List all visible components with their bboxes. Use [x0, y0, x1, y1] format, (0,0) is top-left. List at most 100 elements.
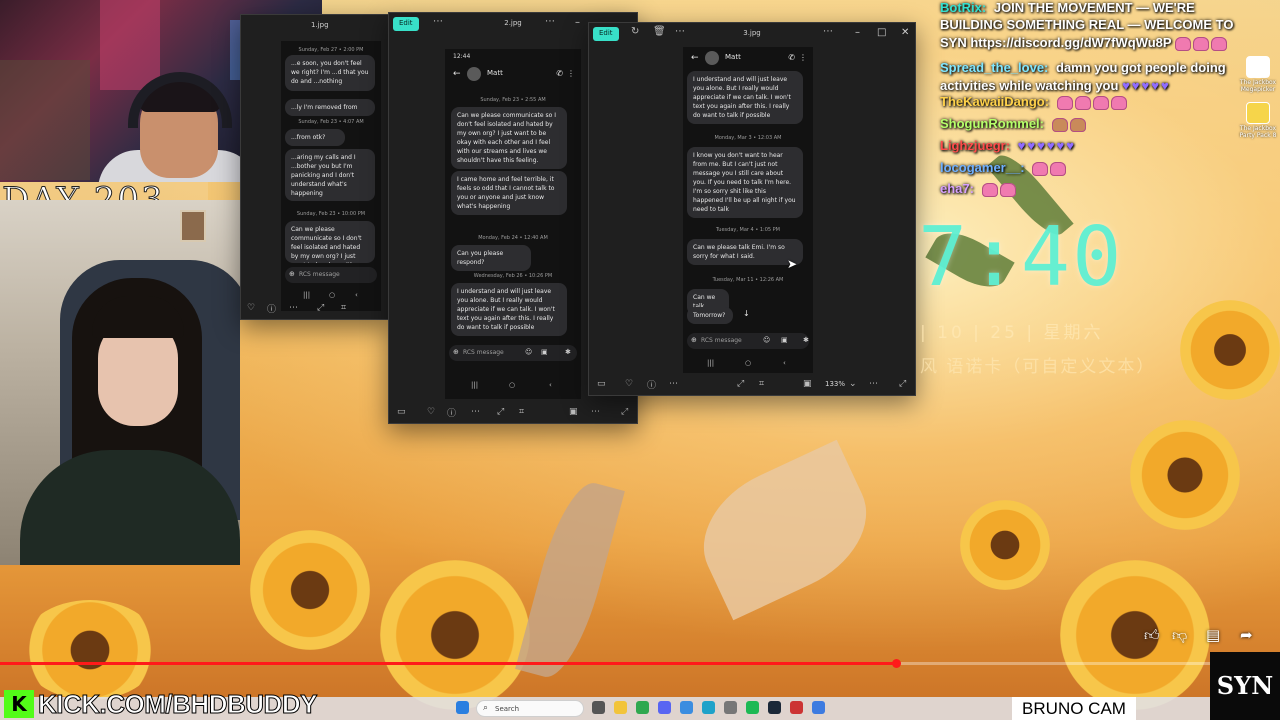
- discord-icon[interactable]: [658, 701, 671, 714]
- chat-message: locogamer__:: [940, 160, 1068, 176]
- phone-icon[interactable]: ✆: [556, 69, 563, 78]
- more-icon[interactable]: ⋯: [869, 379, 878, 389]
- windows-start-icon[interactable]: [456, 701, 469, 714]
- share-icon[interactable]: ➦: [1240, 626, 1253, 644]
- crop-icon[interactable]: ⌗: [341, 303, 346, 313]
- avatar: [705, 51, 719, 65]
- emote-icon: [999, 182, 1016, 197]
- task-view-icon[interactable]: [592, 701, 605, 714]
- crop-icon[interactable]: ⌗: [759, 379, 764, 389]
- more-icon[interactable]: ⋯: [471, 407, 480, 417]
- dislike-icon[interactable]: 👎︎: [1172, 626, 1187, 645]
- taskbar-search-input[interactable]: ⌕ Search: [476, 700, 584, 717]
- more-icon[interactable]: ⋯: [545, 16, 555, 27]
- message-timestamp: Monday, Mar 3 • 12:03 AM: [714, 135, 782, 141]
- plus-icon[interactable]: ⊕: [691, 336, 697, 344]
- fit-icon[interactable]: ⤢: [497, 407, 504, 417]
- heart-icon[interactable]: ♡: [427, 407, 435, 417]
- more-icon[interactable]: ⋯: [669, 379, 678, 389]
- info-icon[interactable]: ⓘ: [267, 302, 276, 315]
- gallery-icon[interactable]: ▣: [541, 348, 548, 356]
- viewer-toolbar: ▭ ♡ ⓘ ⋯ ⤢ ⌗ ▣ 133% ⌄ ⋯ ⤢: [589, 373, 915, 395]
- plus-icon[interactable]: ⊕: [453, 348, 459, 356]
- chat-message: Spread_the_love: damn you got people doi…: [940, 60, 1226, 75]
- message-composer[interactable]: ⊕ RCS message ☺ ▣ ✱: [687, 333, 809, 349]
- more-icon[interactable]: ⋯: [591, 407, 600, 417]
- phone-screenshot: Sunday, Feb 27 • 2:00 PM ...e soon, you …: [281, 41, 381, 311]
- emoji-icon[interactable]: ☺: [763, 336, 770, 344]
- more-icon[interactable]: ⋯: [289, 303, 298, 313]
- kick-logo-icon: K: [4, 690, 34, 718]
- android-nav-bar: ||| ○ ‹: [445, 379, 581, 393]
- app-icon[interactable]: [724, 701, 737, 714]
- filmstrip-icon[interactable]: ▭: [397, 407, 406, 417]
- app-icon[interactable]: [790, 701, 803, 714]
- back-arrow-icon[interactable]: ←: [691, 53, 699, 63]
- photo-viewer-window-1[interactable]: 1.jpg Sunday, Feb 27 • 2:00 PM ...e soon…: [240, 14, 390, 320]
- photos-icon[interactable]: [812, 701, 825, 714]
- crop-icon[interactable]: ⌗: [519, 407, 524, 417]
- kebab-menu-icon[interactable]: ⋮: [799, 53, 807, 62]
- sunflower-decor: [1180, 300, 1280, 400]
- comment-icon[interactable]: ▤: [1206, 626, 1220, 644]
- contact-name: Matt: [725, 53, 741, 61]
- message-composer[interactable]: ⊕ RCS message: [285, 267, 377, 283]
- sunflower-decor: [1060, 560, 1210, 710]
- more-icon[interactable]: ⋯: [823, 26, 833, 37]
- photo-viewer-window-3[interactable]: Edit ↻ 🗑 ⋯ 3.jpg ⋯ – □ ✕ ← Matt ✆ ⋮ I un…: [588, 22, 916, 396]
- chevron-down-icon[interactable]: ⌄: [849, 379, 857, 389]
- steam-icon[interactable]: [768, 701, 781, 714]
- heart-icon[interactable]: ♡: [625, 379, 633, 389]
- sunflower-decor: [20, 600, 160, 700]
- chat-text: damn you got people doing: [1056, 60, 1226, 75]
- info-icon[interactable]: ⓘ: [647, 378, 656, 391]
- emoji-icon[interactable]: ☺: [525, 348, 532, 356]
- heart-emote-icon: ♥: [1046, 138, 1055, 153]
- contact-name: Matt: [487, 69, 503, 77]
- zoom-level[interactable]: 133%: [825, 380, 845, 388]
- plus-icon[interactable]: ⊕: [289, 270, 295, 278]
- scroll-down-icon[interactable]: ↓: [743, 309, 750, 318]
- file-explorer-icon[interactable]: [614, 701, 627, 714]
- close-icon[interactable]: ✕: [901, 27, 909, 38]
- chat-username: TheKawaiiDango:: [940, 94, 1050, 109]
- video-progress-bar[interactable]: [0, 659, 1280, 668]
- video-progress-knob[interactable]: [892, 659, 901, 668]
- spotify-icon[interactable]: [746, 701, 759, 714]
- browser-icon[interactable]: [636, 701, 649, 714]
- filmstrip-icon[interactable]: ▭: [597, 379, 606, 389]
- message-timestamp: Tuesday, Mar 11 • 12:26 AM: [712, 277, 784, 283]
- heart-emote-icon: ♥: [1122, 78, 1130, 93]
- actual-size-icon[interactable]: ▣: [803, 379, 812, 389]
- conversation-header: ← Matt ✆ ⋮: [445, 65, 581, 85]
- phone-icon[interactable]: ✆: [788, 53, 795, 62]
- desktop-icon-jackbox-megapicker[interactable]: The Jackbox Megapicker: [1236, 56, 1280, 93]
- message-composer[interactable]: ⊕ RCS message ☺ ▣ ✱: [449, 345, 577, 361]
- actual-size-icon[interactable]: ▣: [569, 407, 578, 417]
- chat-message: SYN https://discord.gg/dW7fWqWu8P: [940, 35, 1229, 51]
- app-icon[interactable]: [680, 701, 693, 714]
- fullscreen-icon[interactable]: ⤢: [899, 379, 906, 389]
- fullscreen-icon[interactable]: ⤢: [621, 407, 628, 417]
- kebab-menu-icon[interactable]: ⋮: [567, 69, 575, 78]
- viewer-toolbar: ▭ ♡ ⓘ ⋯ ⤢ ⌗ ▣ ⋯ ⤢: [389, 401, 637, 423]
- desktop-icon-jackbox-party-pack-8[interactable]: The Jackbox Party Pack 8: [1236, 102, 1280, 139]
- maximize-icon[interactable]: □: [877, 27, 886, 38]
- voice-icon[interactable]: ✱: [803, 336, 809, 344]
- info-icon[interactable]: ⓘ: [447, 406, 456, 419]
- like-icon[interactable]: 👍︎: [1144, 626, 1160, 645]
- heart-emote-icon: ♥: [1151, 78, 1159, 93]
- chat-username: ShogunRommel:: [940, 116, 1044, 131]
- heart-icon[interactable]: ♡: [247, 303, 255, 313]
- gallery-icon[interactable]: ▣: [781, 336, 788, 344]
- edge-icon[interactable]: [702, 701, 715, 714]
- back-icon: ‹: [549, 381, 552, 389]
- fit-icon[interactable]: ⤢: [317, 303, 324, 313]
- minimize-icon[interactable]: –: [575, 17, 580, 28]
- back-arrow-icon[interactable]: ←: [453, 69, 461, 79]
- message-timestamp: Sunday, Feb 23 • 2:55 AM: [480, 97, 546, 103]
- minimize-icon[interactable]: –: [855, 27, 860, 38]
- fit-icon[interactable]: ⤢: [737, 379, 744, 389]
- voice-icon[interactable]: ✱: [565, 348, 571, 356]
- conversation-header: ← Matt ✆ ⋮: [683, 49, 813, 69]
